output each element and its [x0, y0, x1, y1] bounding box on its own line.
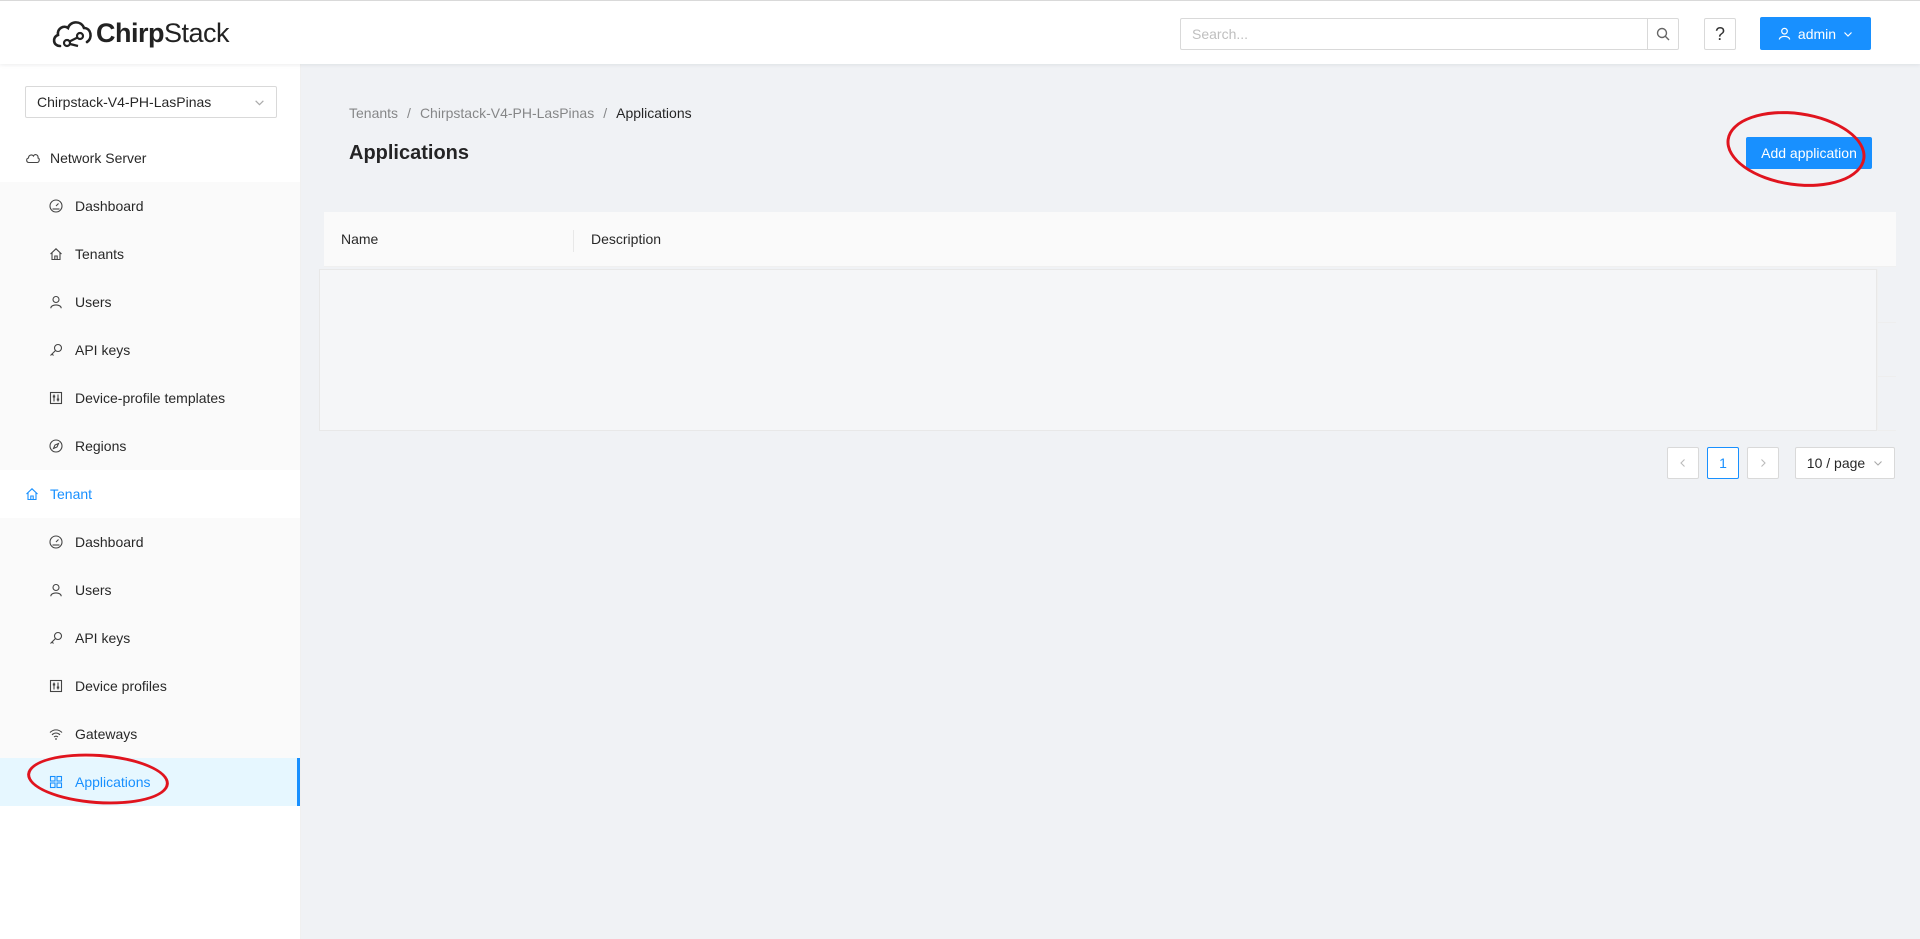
sidebar-item-label: API keys	[75, 342, 131, 358]
help-button[interactable]: ?	[1704, 18, 1736, 50]
control-icon	[48, 390, 64, 406]
user-icon	[1778, 27, 1791, 40]
sidebar-item-label: Users	[75, 582, 112, 598]
menu-group-label: Tenant	[50, 486, 93, 502]
column-header-description[interactable]: Description	[574, 231, 661, 247]
sidebar-item-device-profiles[interactable]: Device profiles	[0, 662, 300, 710]
sidebar: Chirpstack-V4-PH-LasPinas Network Server…	[0, 64, 301, 939]
search-input[interactable]	[1180, 18, 1647, 50]
search-box	[1180, 18, 1679, 50]
sidebar-item-device-profile-templates[interactable]: Device-profile templates	[0, 374, 300, 422]
search-icon	[1656, 27, 1670, 41]
sidebar-item-tenant-users[interactable]: Users	[0, 566, 300, 614]
user-menu-button[interactable]: admin	[1760, 17, 1871, 50]
tenant-select[interactable]: Chirpstack-V4-PH-LasPinas	[25, 86, 277, 118]
breadcrumb-separator: /	[603, 105, 608, 121]
chevron-down-icon	[1844, 31, 1852, 37]
key-icon	[48, 630, 64, 646]
chevron-left-icon	[1680, 459, 1685, 467]
sidebar-item-label: Tenants	[75, 246, 125, 262]
top-header: ChirpStack ? admin	[0, 0, 1920, 64]
sidebar-item-regions[interactable]: Regions	[0, 422, 300, 470]
chevron-down-icon	[1874, 461, 1883, 466]
sidebar-item-ns-users[interactable]: Users	[0, 278, 300, 326]
table-header: Name Description	[324, 212, 1896, 267]
page-size-value: 10 / page	[1806, 455, 1866, 471]
chevron-down-icon	[255, 99, 264, 106]
sidebar-item-label: Applications	[75, 774, 151, 790]
pagination-prev-button[interactable]	[1667, 447, 1699, 479]
chevron-right-icon	[1761, 459, 1766, 467]
home-icon	[48, 246, 64, 262]
sidebar-item-applications[interactable]: Applications	[0, 758, 300, 806]
breadcrumb-tenants[interactable]: Tenants	[349, 105, 398, 121]
menu-group-tenant[interactable]: Tenant	[0, 470, 300, 518]
sidebar-menu: Network Server Dashboard Tenants Users A…	[0, 134, 300, 806]
sidebar-item-label: Dashboard	[75, 198, 144, 214]
sidebar-item-label: Users	[75, 294, 112, 310]
table-body-empty	[319, 269, 1877, 431]
wifi-icon	[48, 726, 64, 742]
sidebar-item-gateways[interactable]: Gateways	[0, 710, 300, 758]
logo-text: ChirpStack	[96, 17, 230, 48]
chirpstack-logo[interactable]: ChirpStack	[50, 15, 230, 51]
user-icon	[48, 582, 64, 598]
tenant-select-value: Chirpstack-V4-PH-LasPinas	[37, 94, 212, 110]
tenant-submenu: Dashboard Users API keys Device profiles…	[0, 518, 300, 806]
home-icon	[24, 486, 40, 502]
sidebar-item-label: Device profiles	[75, 678, 167, 694]
sidebar-item-ns-dashboard[interactable]: Dashboard	[0, 182, 300, 230]
breadcrumb-tenant[interactable]: Chirpstack-V4-PH-LasPinas	[420, 105, 594, 121]
user-icon	[48, 294, 64, 310]
key-icon	[48, 342, 64, 358]
sidebar-item-label: Dashboard	[75, 534, 144, 550]
sidebar-item-tenant-api-keys[interactable]: API keys	[0, 614, 300, 662]
page-title: Applications	[349, 142, 470, 164]
appstore-icon	[48, 774, 64, 790]
sidebar-item-ns-api-keys[interactable]: API keys	[0, 326, 300, 374]
pagination-page-1[interactable]: 1	[1707, 447, 1739, 479]
sidebar-item-label: Regions	[75, 438, 127, 454]
control-icon	[48, 678, 64, 694]
menu-group-network-server[interactable]: Network Server	[0, 134, 300, 182]
network-server-submenu: Dashboard Tenants Users API keys Device-…	[0, 182, 300, 470]
cloud-logo-icon	[52, 21, 92, 48]
breadcrumb-separator: /	[407, 105, 411, 121]
table-scrollbar[interactable]	[1877, 269, 1896, 431]
breadcrumb-current: Applications	[616, 105, 692, 121]
column-header-name[interactable]: Name	[324, 230, 574, 252]
add-application-button[interactable]: Add application	[1746, 137, 1872, 169]
search-button[interactable]	[1647, 18, 1679, 50]
compass-icon	[48, 438, 64, 454]
dashboard-icon	[48, 198, 64, 214]
sidebar-item-tenant-dashboard[interactable]: Dashboard	[0, 518, 300, 566]
page-size-select[interactable]: 10 / page	[1795, 447, 1895, 479]
menu-group-label: Network Server	[50, 150, 147, 166]
cloud-icon	[24, 150, 40, 166]
breadcrumb: Tenants / Chirpstack-V4-PH-LasPinas / Ap…	[349, 105, 692, 121]
pagination-next-button[interactable]	[1747, 447, 1779, 479]
applications-table: Name Description	[319, 212, 1896, 431]
sidebar-item-tenants[interactable]: Tenants	[0, 230, 300, 278]
sidebar-item-label: Device-profile templates	[75, 390, 226, 406]
sidebar-item-label: API keys	[75, 630, 131, 646]
user-name: admin	[1797, 25, 1837, 42]
sidebar-item-label: Gateways	[75, 726, 138, 742]
dashboard-icon	[48, 534, 64, 550]
